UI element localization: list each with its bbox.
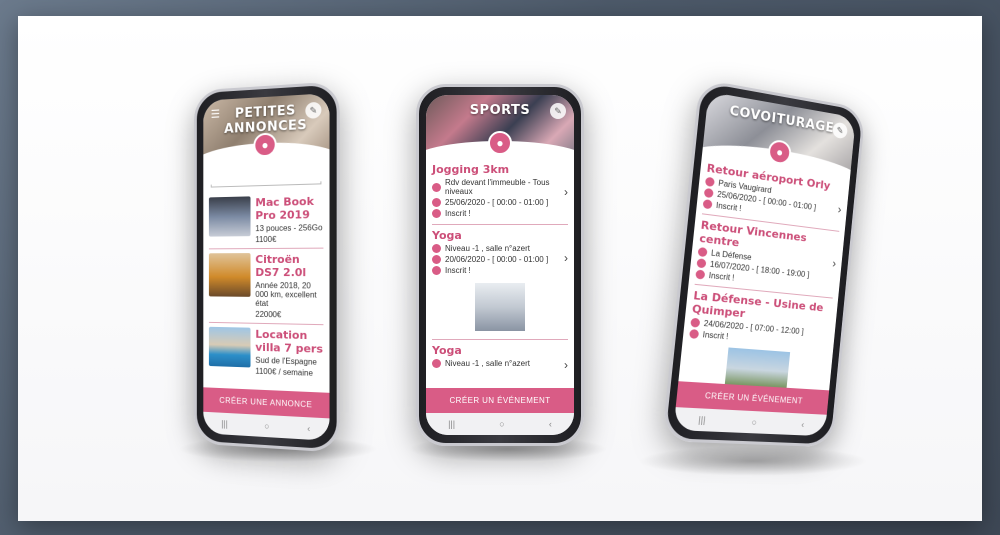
location-pin-icon — [432, 244, 441, 253]
event-date: 20/06/2020 - [ 00:00 - 01:00 ] — [432, 255, 568, 264]
right-phone: COVOITURAGE ✎ ● Retour aéroport Orly Par… — [661, 78, 866, 448]
listing-item[interactable]: Citroën DS7 2.0l Année 2018, 20 000 km, … — [203, 249, 329, 325]
listing-title: Location villa 7 pers — [255, 327, 323, 356]
right-phone-screen: COVOITURAGE ✎ ● Retour aéroport Orly Par… — [673, 91, 856, 437]
sports-banner: SPORTS ✎ ● — [426, 95, 574, 181]
back-icon[interactable]: ‹ — [801, 419, 805, 429]
chevron-right-icon[interactable]: › — [564, 358, 568, 372]
event-title: Yoga — [432, 344, 462, 357]
home-icon[interactable]: ○ — [751, 417, 757, 427]
clock-icon — [432, 198, 441, 207]
listing-title: Mac Book Pro 2019 — [255, 194, 314, 223]
home-icon[interactable]: ○ — [499, 419, 504, 429]
center-phone-screen: SPORTS ✎ ● Jogging 3km Rdv devant l'imme… — [426, 95, 574, 435]
edit-icon[interactable]: ✎ — [550, 103, 566, 119]
listing-item[interactable]: Location villa 7 pers Sud de l'Espagne 1… — [203, 323, 329, 383]
listing-detail: Sud de l'Espagne — [255, 355, 317, 367]
clock-icon — [432, 255, 441, 264]
yoga-photo — [475, 283, 525, 331]
event-date: 25/06/2020 - [ 00:00 - 01:00 ] — [432, 198, 568, 207]
event-title: Jogging 3km — [432, 163, 510, 176]
center-phone: SPORTS ✎ ● Jogging 3km Rdv devant l'imme… — [416, 84, 584, 446]
listing-price: 1100€ — [255, 234, 277, 245]
event-location: Niveau -1 , salle n°azert — [432, 359, 568, 368]
recent-apps-icon[interactable]: ||| — [698, 415, 706, 426]
left-phone-screen: ☰ PETITES ANNONCES ✎ ● Filtrer par catég… — [203, 93, 330, 441]
chevron-right-icon[interactable]: › — [564, 251, 568, 265]
clock-icon — [690, 317, 701, 328]
laptop-image — [208, 196, 251, 237]
listing-price: 1100€ / semaine — [255, 366, 313, 378]
event-item[interactable]: Yoga Niveau -1 , salle n°azert 20/06/202… — [426, 225, 574, 339]
car-image — [208, 253, 251, 297]
event-status: Inscrit ! — [432, 266, 568, 275]
home-icon[interactable]: ○ — [264, 421, 269, 431]
classifieds-badge-icon: ● — [253, 132, 277, 158]
recent-apps-icon[interactable]: ||| — [221, 419, 228, 429]
back-icon[interactable]: ‹ — [307, 423, 310, 433]
classifieds-banner: ☰ PETITES ANNONCES ✎ ● — [203, 93, 330, 164]
people-icon — [695, 269, 706, 280]
listing-price: 22000€ — [255, 309, 282, 320]
listing-item[interactable]: Mac Book Pro 2019 13 pouces - 256Go 1100… — [203, 190, 329, 248]
location-pin-icon — [704, 176, 715, 188]
listing-title: Citroën DS7 2.0l — [255, 252, 307, 280]
event-location: Niveau -1 , salle n°azert — [432, 244, 568, 253]
event-status: Inscrit ! — [432, 209, 568, 218]
event-item[interactable]: Yoga Niveau -1 , salle n°azert › — [426, 340, 574, 374]
right-phone-shadow — [638, 446, 868, 476]
listing-detail: 13 pouces - 256Go — [255, 223, 323, 234]
villa-image — [208, 326, 251, 368]
location-pin-icon — [432, 359, 441, 368]
sports-badge-icon: ● — [488, 131, 512, 155]
event-location: Rdv devant l'immeuble - Tous niveaux — [432, 178, 568, 196]
left-phone: ☰ PETITES ANNONCES ✎ ● Filtrer par catég… — [194, 81, 340, 453]
listing-detail: Année 2018, 20 000 km, excellent état — [255, 280, 317, 309]
people-icon — [432, 266, 441, 275]
create-event-button[interactable]: CRÉER UN ÉVÉNEMENT — [426, 388, 574, 413]
people-icon — [689, 328, 700, 339]
people-icon — [432, 209, 441, 218]
showcase-card: ☰ PETITES ANNONCES ✎ ● Filtrer par catég… — [18, 16, 982, 521]
clock-icon — [696, 258, 707, 269]
chevron-right-icon[interactable]: › — [837, 202, 842, 216]
event-title: Yoga — [432, 229, 462, 242]
people-icon — [702, 199, 713, 210]
chevron-right-icon[interactable]: › — [564, 185, 568, 199]
event-item[interactable]: Jogging 3km Rdv devant l'immeuble - Tous… — [426, 159, 574, 224]
clock-icon — [703, 187, 714, 199]
chevron-right-icon[interactable]: › — [832, 257, 837, 271]
car-badge-icon: ● — [767, 138, 793, 166]
location-pin-icon — [697, 246, 708, 258]
android-navbar: ||| ○ ‹ — [426, 413, 574, 435]
recent-apps-icon[interactable]: ||| — [448, 419, 455, 429]
back-icon[interactable]: ‹ — [549, 419, 552, 429]
location-pin-icon — [432, 182, 441, 192]
